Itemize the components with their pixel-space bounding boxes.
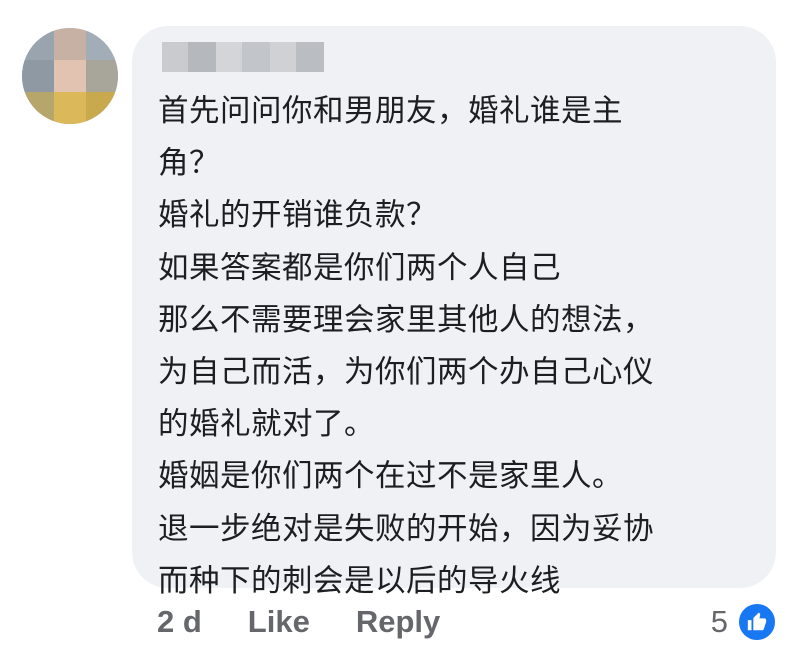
reply-button[interactable]: Reply [356, 604, 440, 640]
name-pixel [296, 42, 324, 72]
timestamp[interactable]: 2 d [157, 604, 202, 640]
comment: 首先问问你和男朋友，婚礼谁是主 角？ 婚礼的开销谁负款？ 如果答案都是你们两个人… [0, 0, 800, 666]
name-pixel [242, 42, 270, 72]
like-button[interactable]: Like [248, 604, 310, 640]
avatar-pixel [22, 28, 54, 60]
name-pixel [216, 42, 242, 72]
thumbs-up-icon [736, 601, 778, 643]
avatar-pixel [54, 28, 86, 60]
avatar-pixel [22, 60, 54, 92]
comment-bubble: 首先问问你和男朋友，婚礼谁是主 角？ 婚礼的开销谁负款？ 如果答案都是你们两个人… [132, 26, 776, 599]
avatar-pixel [86, 60, 118, 92]
name-pixel [162, 42, 188, 72]
reaction-summary[interactable]: 5 [711, 600, 778, 644]
thumbs-up-glyph [747, 612, 767, 631]
avatar-pixel [22, 92, 54, 124]
avatar-pixel [86, 92, 118, 124]
comment-text: 首先问问你和男朋友，婚礼谁是主 角？ 婚礼的开销谁负款？ 如果答案都是你们两个人… [158, 94, 654, 599]
name-pixel [188, 42, 216, 72]
reaction-count: 5 [710, 604, 728, 639]
name-pixel [270, 42, 296, 72]
author-name[interactable] [162, 42, 324, 72]
avatar-pixel [54, 92, 86, 124]
avatar-pixel [54, 60, 86, 92]
avatar-pixel [86, 28, 118, 60]
avatar[interactable] [22, 28, 118, 124]
comment-actions: 2 d Like Reply [157, 600, 440, 644]
